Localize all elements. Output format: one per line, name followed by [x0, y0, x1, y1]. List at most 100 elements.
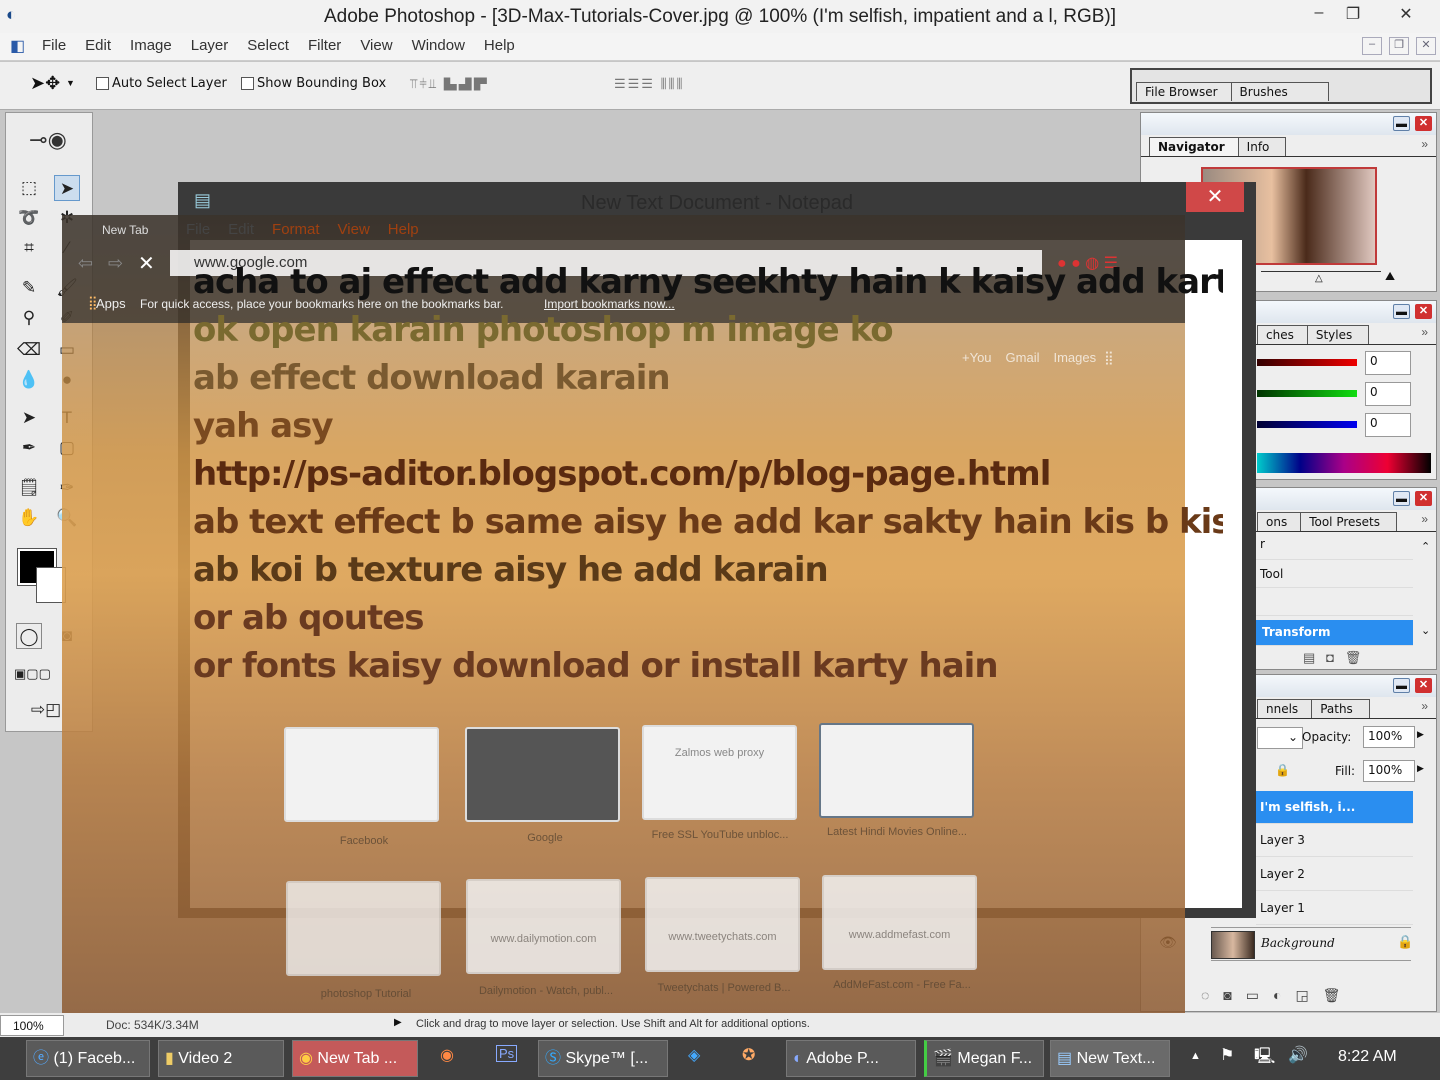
- doc-minimize-button[interactable]: –: [1362, 37, 1382, 55]
- menu-window[interactable]: Window: [412, 37, 465, 54]
- apps-label[interactable]: Apps: [96, 296, 126, 311]
- clock[interactable]: 8:22 AM: [1338, 1048, 1397, 1066]
- red-value-input[interactable]: 0: [1365, 351, 1411, 375]
- scroll-down-icon[interactable]: ⌄: [1421, 624, 1430, 637]
- menu-edit[interactable]: Edit: [85, 37, 111, 54]
- show-bounding-box-checkbox[interactable]: Show Bounding Box: [241, 76, 386, 91]
- tile-dailymotion[interactable]: www.dailymotion.com: [466, 879, 621, 974]
- notepad-close-button[interactable]: ✕: [1186, 182, 1244, 212]
- marquee-tool-icon[interactable]: ⬚: [16, 175, 42, 201]
- lasso-tool-icon[interactable]: ➰: [16, 205, 42, 231]
- chrome-tab[interactable]: New Tab: [102, 223, 148, 237]
- tile-google[interactable]: [465, 727, 620, 822]
- green-value-input[interactable]: 0: [1365, 382, 1411, 406]
- history-item[interactable]: Tool: [1256, 560, 1413, 588]
- close-button[interactable]: ✕: [1390, 4, 1422, 28]
- opacity-input[interactable]: 100%: [1363, 726, 1415, 748]
- notes-tool-icon[interactable]: 🗒: [16, 475, 42, 501]
- tile-addmefast[interactable]: www.addmefast.com: [822, 875, 977, 970]
- tab-navigator[interactable]: Navigator: [1149, 137, 1242, 156]
- panel-menu-icon[interactable]: »: [1421, 137, 1428, 151]
- tab-brushes[interactable]: Brushes: [1230, 82, 1329, 101]
- layer-row-background[interactable]: 👁 Background 🔒: [1159, 927, 1413, 961]
- photoshop-icon[interactable]: Ps: [496, 1045, 518, 1062]
- path-selection-icon[interactable]: ➤: [16, 405, 42, 431]
- minimize-button[interactable]: –: [1303, 4, 1335, 28]
- taskbar-item-skype[interactable]: Ⓢ Skype™ [...: [538, 1040, 668, 1077]
- notepad-menu-view[interactable]: View: [338, 221, 370, 238]
- teamviewer-icon[interactable]: ◈: [688, 1045, 700, 1065]
- menu-image[interactable]: Image: [130, 37, 172, 54]
- menu-layer[interactable]: Layer: [191, 37, 229, 54]
- panel-menu-icon[interactable]: »: [1421, 699, 1428, 713]
- tile-facebook[interactable]: [284, 727, 439, 822]
- blue-value-input[interactable]: 0: [1365, 413, 1411, 437]
- tab-swatches[interactable]: ches: [1257, 325, 1311, 344]
- distribute-buttons-icon[interactable]: ☰☰☰ ⫼⫼⫼: [614, 76, 685, 92]
- layer-action-icons[interactable]: ◌◙▭◐◲🗑: [1201, 987, 1354, 1004]
- volume-icon[interactable]: 🔊: [1288, 1045, 1308, 1065]
- healing-brush-icon[interactable]: ✎: [16, 275, 42, 301]
- layer-row[interactable]: Layer 2: [1256, 858, 1413, 891]
- taskbar-item-chrome[interactable]: ◉ New Tab ...: [292, 1040, 418, 1077]
- stop-button[interactable]: ✕: [138, 251, 155, 276]
- menu-view[interactable]: View: [360, 37, 392, 54]
- maximize-button[interactable]: ❐: [1337, 4, 1369, 28]
- tile-tweetychats[interactable]: www.tweetychats.com: [645, 877, 800, 972]
- status-arrow-icon[interactable]: ▶: [394, 1017, 402, 1028]
- show-hidden-icons[interactable]: ▲: [1190, 1050, 1201, 1062]
- tab-paths[interactable]: Paths: [1311, 699, 1370, 718]
- zoom-in-icon[interactable]: ⛰: [1385, 269, 1395, 284]
- screen-mode-icons[interactable]: ▣▢▢: [14, 661, 51, 687]
- blur-tool-icon[interactable]: 💧: [16, 367, 42, 393]
- taskbar-item-movie[interactable]: 🎬 Megan F...: [924, 1040, 1044, 1077]
- align-buttons-icon[interactable]: ⫪⫩⫫ ▙▟▛: [410, 76, 489, 92]
- panel-minimize-button[interactable]: ▬: [1393, 116, 1410, 131]
- history-item[interactable]: [1256, 588, 1413, 616]
- network-icon[interactable]: 🖳: [1254, 1045, 1275, 1072]
- blue-slider[interactable]: [1257, 421, 1357, 428]
- fill-arrow-icon[interactable]: ▶: [1417, 763, 1424, 774]
- clone-stamp-icon[interactable]: ⚲: [16, 305, 42, 331]
- hand-tool-icon[interactable]: ✋: [16, 505, 42, 531]
- media-icon[interactable]: ✪: [742, 1045, 755, 1065]
- eraser-tool-icon[interactable]: ⌫: [16, 337, 42, 363]
- scroll-up-icon[interactable]: ⌃: [1421, 540, 1430, 553]
- taskbar-item-notepad[interactable]: ▤ New Text...: [1050, 1040, 1170, 1077]
- color-ramp[interactable]: [1257, 453, 1431, 473]
- action-center-flag-icon[interactable]: ⚑: [1220, 1045, 1234, 1065]
- menu-file[interactable]: File: [42, 37, 66, 54]
- notepad-menu-file[interactable]: File: [186, 221, 210, 238]
- tile-hindi-movies[interactable]: [819, 723, 974, 818]
- panel-minimize-button[interactable]: ▬: [1393, 304, 1410, 319]
- blend-mode-select[interactable]: ⌄: [1257, 727, 1303, 749]
- tab-actions[interactable]: ons: [1257, 512, 1305, 531]
- taskbar-item-explorer[interactable]: ▮ Video 2: [158, 1040, 284, 1077]
- tab-info[interactable]: Info: [1237, 137, 1287, 156]
- tile-photoshop-tutorial[interactable]: [286, 881, 441, 976]
- layer-row[interactable]: Layer 1: [1256, 892, 1413, 925]
- crop-tool-icon[interactable]: ⌗: [16, 235, 42, 261]
- panel-minimize-button[interactable]: ▬: [1393, 678, 1410, 693]
- menu-select[interactable]: Select: [247, 37, 289, 54]
- tab-channels[interactable]: nnels: [1257, 699, 1316, 718]
- layer-row-selected[interactable]: I'm selfish, i...: [1256, 791, 1413, 824]
- taskbar-item-photoshop[interactable]: ◐ Adobe P...: [786, 1040, 916, 1077]
- zoom-level-input[interactable]: 100%: [0, 1015, 64, 1036]
- tab-styles[interactable]: Styles: [1306, 325, 1370, 344]
- tool-preset-dropdown[interactable]: ▼: [66, 78, 75, 88]
- doc-close-button[interactable]: ✕: [1416, 37, 1436, 55]
- zoom-slider[interactable]: [1261, 271, 1381, 272]
- notepad-menu-edit[interactable]: Edit: [228, 221, 254, 238]
- back-button[interactable]: ⇦: [78, 253, 93, 274]
- tab-tool-presets[interactable]: Tool Presets: [1300, 512, 1397, 531]
- panel-menu-icon[interactable]: »: [1421, 512, 1428, 526]
- taskbar-item-ie[interactable]: ⓔ (1) Faceb...: [26, 1040, 150, 1077]
- zoom-slider-thumb-icon[interactable]: △: [1315, 273, 1323, 284]
- panel-close-button[interactable]: ✕: [1415, 678, 1432, 693]
- opacity-arrow-icon[interactable]: ▶: [1417, 729, 1424, 740]
- history-item[interactable]: r: [1256, 534, 1413, 560]
- red-slider[interactable]: [1257, 359, 1357, 366]
- panel-close-button[interactable]: ✕: [1415, 116, 1432, 131]
- menu-help[interactable]: Help: [484, 37, 515, 54]
